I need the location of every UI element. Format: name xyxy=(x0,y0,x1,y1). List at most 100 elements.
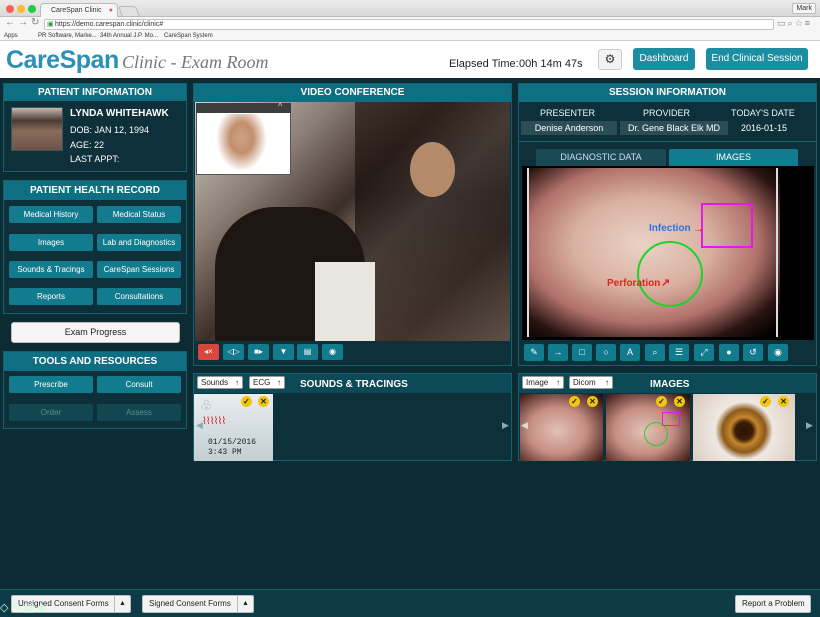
patient-info-title: PATIENT INFORMATION xyxy=(4,84,186,101)
brand-logo: CareSpan xyxy=(6,46,119,74)
undo-icon: ↺ xyxy=(749,347,757,357)
patient-age: AGE: 22 xyxy=(70,140,105,150)
sound-date: 01/15/2016 xyxy=(208,438,257,447)
color-tool[interactable]: ● xyxy=(719,344,739,361)
browser-user[interactable]: Mark xyxy=(792,3,816,14)
chevron-up-icon: ▲ xyxy=(237,596,253,612)
reject-icon[interactable]: ✕ xyxy=(258,396,269,407)
settings-button[interactable]: ⚙ xyxy=(598,49,622,70)
url-field[interactable]: ▣ https://demo.carespan.clinic/clinic# xyxy=(44,19,774,30)
scroll-right-icon[interactable]: ▶ xyxy=(502,420,509,431)
snapshot-tool[interactable]: ◉ xyxy=(768,344,788,361)
reject-icon[interactable]: ✕ xyxy=(674,396,685,407)
perforation-annotation: Perforation xyxy=(607,278,661,289)
viewer-left-edge xyxy=(527,168,529,337)
bookmark-jp-morgan[interactable]: 34th Annual J.P. Mo... xyxy=(100,33,158,39)
medical-history-button[interactable]: Medical History xyxy=(9,206,93,223)
snapshot-button[interactable]: ◉ xyxy=(322,344,343,360)
url-text: https://demo.carespan.clinic/clinic# xyxy=(55,21,164,28)
prescribe-button[interactable]: Prescribe xyxy=(9,376,93,393)
minimize-window-button[interactable] xyxy=(17,5,25,13)
draw-tool[interactable]: ✎ xyxy=(524,344,544,361)
medical-status-button[interactable]: Medical Status xyxy=(97,206,181,223)
rectangle-tool[interactable]: □ xyxy=(572,344,592,361)
scroll-left-icon[interactable]: ◀ xyxy=(196,420,203,431)
camera-icon: ◉ xyxy=(774,347,782,357)
image-filter[interactable]: Image ↑ xyxy=(522,376,564,389)
sounds-tracings-button[interactable]: Sounds & Tracings xyxy=(9,261,93,278)
close-tab-icon[interactable]: ● xyxy=(109,7,113,14)
camera-button[interactable]: ■▸ xyxy=(248,344,269,360)
ecg-waveform-icon: ⌇⌇⌇⌇⌇⌇ xyxy=(202,416,226,427)
browser-tab[interactable]: CareSpan Clinic ● xyxy=(40,3,118,17)
date-label: TODAY'S DATE xyxy=(731,108,795,118)
pin-button[interactable]: ▼ xyxy=(273,344,294,360)
sounds-filter[interactable]: Sounds ↑ xyxy=(197,376,243,389)
dashboard-button[interactable]: Dashboard xyxy=(633,48,695,70)
consult-button[interactable]: Consult xyxy=(97,376,181,393)
consultations-button[interactable]: Consultations xyxy=(97,288,181,305)
text-tool[interactable]: A xyxy=(620,344,640,361)
arrow-tool[interactable]: → xyxy=(548,344,568,361)
reject-icon[interactable]: ✕ xyxy=(778,396,789,407)
arrow-up-icon: ↑ xyxy=(235,378,239,387)
address-bar-icons[interactable]: ▭⌕☆≡ xyxy=(777,18,812,29)
approve-icon[interactable]: ✓ xyxy=(241,396,252,407)
infection-annotation: Infection xyxy=(649,223,691,234)
record-icon: ▤ xyxy=(303,347,312,356)
reload-icon[interactable]: ↻ xyxy=(31,17,39,28)
mute-button[interactable]: ◂× xyxy=(198,344,219,360)
zoom-tool[interactable]: ⌕ xyxy=(645,344,665,361)
record-button[interactable]: ▤ xyxy=(297,344,318,360)
audio-button[interactable]: ◁▷ xyxy=(223,344,244,360)
provider-label: PROVIDER xyxy=(643,108,691,118)
signed-consent-forms-button[interactable]: Signed Consent Forms ▲ xyxy=(142,595,254,613)
collapse-self-view-icon[interactable]: ^ xyxy=(278,101,282,111)
assess-button[interactable]: Assess xyxy=(97,404,181,421)
carespan-sessions-button[interactable]: CareSpan Sessions xyxy=(97,261,181,278)
report-problem-button[interactable]: Report a Problem xyxy=(735,595,811,613)
end-session-button[interactable]: End Clinical Session xyxy=(706,48,808,70)
dicom-filter[interactable]: Dicom ↑ xyxy=(569,376,613,389)
bookmark-carespan-system[interactable]: CareSpan System xyxy=(164,33,213,39)
approve-icon[interactable]: ✓ xyxy=(656,396,667,407)
tools-title: TOOLS AND RESOURCES xyxy=(4,352,186,371)
dicom-filter-label: Dicom xyxy=(573,378,596,387)
back-icon[interactable]: ← xyxy=(5,17,15,28)
chevron-up-icon: ▲ xyxy=(114,596,130,612)
forward-icon[interactable]: → xyxy=(18,17,28,28)
health-record-title: PATIENT HEALTH RECORD xyxy=(4,181,186,200)
perforation-arrow-icon: ↗ xyxy=(661,277,671,289)
tab-images[interactable]: IMAGES xyxy=(669,149,798,166)
order-button[interactable]: Order xyxy=(9,404,93,421)
exam-progress-button[interactable]: Exam Progress xyxy=(11,322,180,343)
circle-tool[interactable]: ○ xyxy=(596,344,616,361)
otoscope-image[interactable]: Infection → Perforation ↗ xyxy=(529,168,780,337)
search-icon: ⌕ xyxy=(652,347,658,357)
ecg-filter[interactable]: ECG ↑ xyxy=(249,376,285,389)
expand-icon: ⤢ xyxy=(700,347,708,357)
drop-icon: ● xyxy=(726,347,732,357)
scroll-right-icon[interactable]: ▶ xyxy=(806,420,813,431)
lab-diagnostics-button[interactable]: Lab and Diagnostics xyxy=(97,234,181,251)
elapsed-time-label: Elapsed Time: xyxy=(449,58,519,70)
bookmark-apps[interactable]: Apps xyxy=(4,33,18,39)
reject-icon[interactable]: ✕ xyxy=(587,396,598,407)
scroll-left-icon[interactable]: ◀ xyxy=(521,420,528,431)
pencil-icon: ✎ xyxy=(530,347,538,357)
dock-icons[interactable]: ◇ ✎ ▤ ◆ xyxy=(0,601,46,614)
arrow-up-icon: ↑ xyxy=(277,378,281,387)
close-window-button[interactable] xyxy=(6,5,14,13)
bookmark-pr-software[interactable]: PR Software, Marke... xyxy=(38,33,97,39)
approve-icon[interactable]: ✓ xyxy=(760,396,771,407)
fullscreen-tool[interactable]: ⤢ xyxy=(694,344,714,361)
approve-icon[interactable]: ✓ xyxy=(569,396,580,407)
list-tool[interactable]: ☰ xyxy=(669,344,689,361)
maximize-window-button[interactable] xyxy=(28,5,36,13)
reports-button[interactable]: Reports xyxy=(9,288,93,305)
images-record-button[interactable]: Images xyxy=(9,234,93,251)
bookmarks-bar: Apps PR Software, Marke... 34th Annual J… xyxy=(0,32,820,41)
tab-diagnostic-data[interactable]: DIAGNOSTIC DATA xyxy=(536,149,666,166)
undo-tool[interactable]: ↺ xyxy=(743,344,763,361)
new-tab-button[interactable] xyxy=(117,6,141,17)
